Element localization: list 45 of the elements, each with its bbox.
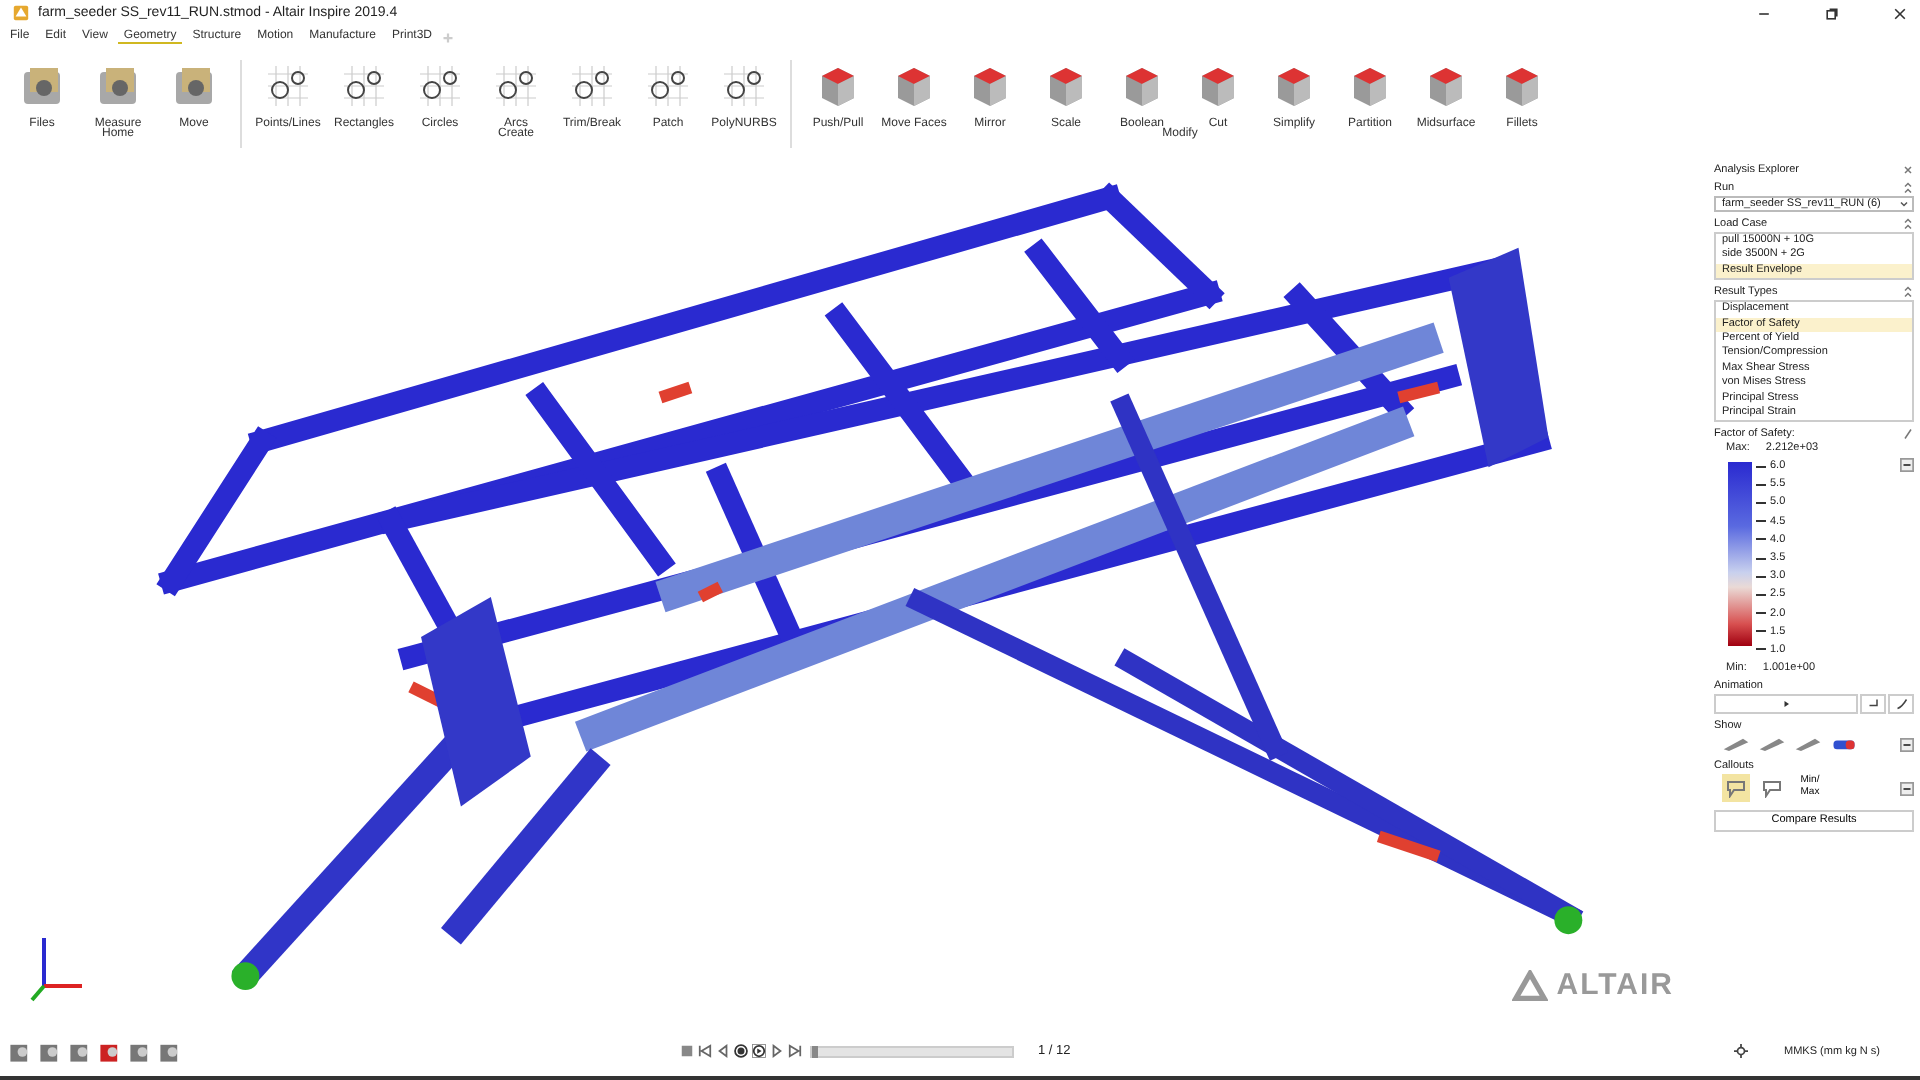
menu-icon[interactable] — [1900, 737, 1914, 752]
sketch-grid-icon — [642, 60, 694, 112]
view-tool-icon[interactable] — [68, 1039, 92, 1063]
view-tool-icon[interactable] — [8, 1039, 32, 1063]
callout-icon — [1726, 777, 1746, 798]
view-tool-icon[interactable] — [128, 1039, 152, 1063]
animation-curve-button[interactable] — [1888, 693, 1914, 714]
view-tool-icon[interactable] — [38, 1039, 62, 1063]
collapse-icon[interactable] — [1902, 218, 1914, 230]
skip-start-icon[interactable] — [698, 1044, 712, 1058]
callout-button[interactable] — [1722, 773, 1750, 802]
skip-end-icon[interactable] — [788, 1044, 802, 1058]
menu-icon[interactable] — [1900, 781, 1914, 796]
pin-icon[interactable] — [1902, 428, 1914, 441]
sketch-grid-icon — [566, 60, 618, 112]
callout-icon — [1762, 777, 1782, 798]
logo-triangle-icon — [1512, 969, 1549, 1001]
logo-text: ALTAIR — [1556, 968, 1674, 1002]
beam-part-icon[interactable] — [1794, 733, 1822, 754]
step-forward-icon[interactable] — [770, 1044, 784, 1058]
beam-part-icon[interactable] — [1722, 733, 1750, 754]
curve-icon — [1895, 697, 1907, 710]
menu-icon[interactable] — [1900, 458, 1914, 473]
view-tool-icon[interactable] — [158, 1039, 182, 1063]
play-icon — [1780, 697, 1792, 710]
sketch-grid-icon — [338, 60, 390, 112]
step-back-icon[interactable] — [716, 1044, 730, 1058]
sketch-grid-icon — [414, 60, 466, 112]
collapse-icon[interactable] — [1902, 286, 1914, 299]
stop-icon[interactable] — [680, 1044, 694, 1058]
sketch-grid-icon — [490, 60, 542, 112]
sketch-grid-icon — [262, 60, 314, 112]
restore-icon[interactable] — [1824, 5, 1840, 21]
target-icon[interactable] — [1734, 1044, 1749, 1058]
timeline-slider[interactable] — [810, 1045, 1014, 1057]
timeline-thumb[interactable] — [812, 1045, 818, 1057]
animation-mode-button[interactable] — [1860, 693, 1886, 714]
beam-part-icon[interactable] — [1758, 733, 1786, 754]
caret-icon — [1898, 198, 1910, 210]
sketch-grid-icon — [718, 60, 770, 112]
close-icon[interactable] — [1892, 5, 1908, 21]
collapse-icon[interactable] — [1902, 182, 1914, 194]
view-tool-icon[interactable] — [98, 1039, 122, 1063]
play-icon[interactable] — [752, 1044, 766, 1058]
record-icon[interactable] — [734, 1044, 748, 1058]
